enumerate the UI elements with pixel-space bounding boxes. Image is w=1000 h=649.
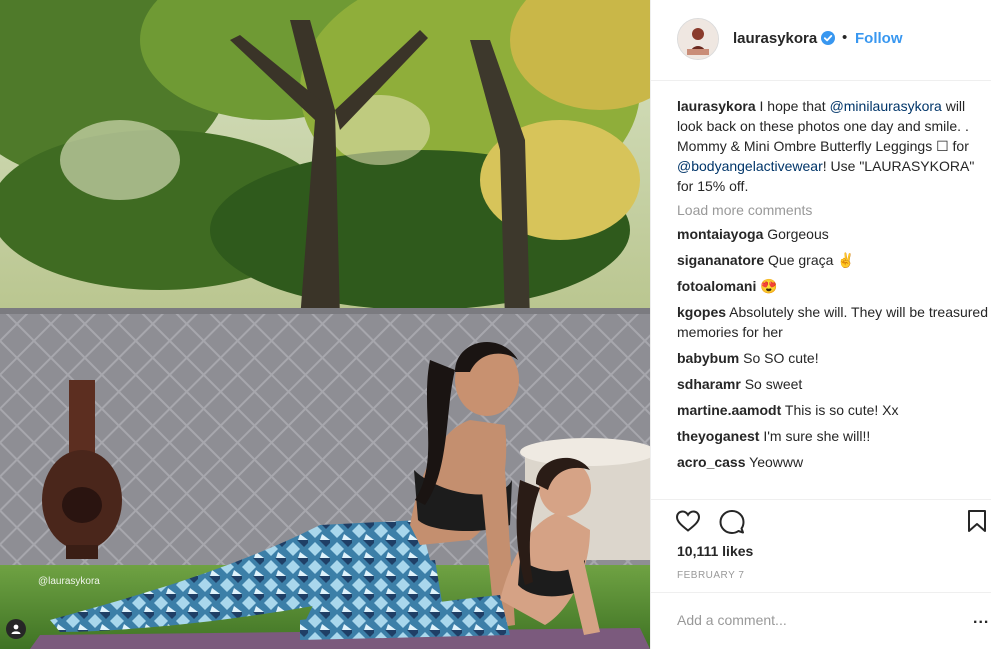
caption-text: I hope that: [755, 98, 830, 114]
comment-text: Que graça ✌: [768, 252, 855, 268]
comment-text: Gorgeous: [767, 226, 829, 242]
comment-username[interactable]: babybum: [677, 350, 739, 366]
add-comment-input[interactable]: [677, 612, 947, 628]
comment-item: sdharamr So sweet: [677, 374, 989, 394]
photo-illustration: [0, 0, 650, 649]
header-username[interactable]: laurasykora: [733, 30, 817, 47]
more-options-button[interactable]: ...: [973, 610, 989, 628]
caption-username[interactable]: laurasykora: [677, 98, 756, 114]
comment-item: kgopes Absolutely she will. They will be…: [677, 302, 989, 342]
heart-icon[interactable]: [675, 509, 701, 533]
load-more-comments-button[interactable]: Load more comments: [677, 200, 989, 220]
comment-item: babybum So SO cute!: [677, 348, 989, 368]
comment-username[interactable]: sigananatore: [677, 252, 764, 268]
photo-watermark: @laurasykora: [38, 576, 100, 587]
verified-badge-icon: [821, 31, 835, 45]
comment-username[interactable]: montaiayoga: [677, 226, 763, 242]
comment-username[interactable]: kgopes: [677, 304, 726, 320]
comment-username[interactable]: fotoalomani: [677, 278, 756, 294]
caption-mention[interactable]: @minilaurasykora: [830, 98, 942, 114]
post-caption: laurasykora I hope that @minilaurasykora…: [677, 96, 989, 196]
comment-text: 😍: [760, 278, 778, 294]
comment-item: sigananatore Que graça ✌: [677, 250, 989, 270]
comments-list[interactable]: laurasykora I hope that @minilaurasykora…: [677, 96, 989, 478]
comment-item: fotoalomani 😍: [677, 276, 989, 296]
divider: [651, 499, 991, 500]
bookmark-icon[interactable]: [967, 509, 987, 533]
post-header: laurasykora • Follow: [651, 0, 991, 81]
likes-count[interactable]: 10,111 likes: [677, 543, 753, 559]
avatar[interactable]: [677, 18, 719, 60]
comment-bubble-icon[interactable]: [719, 509, 745, 535]
post-sidebar: laurasykora • Follow laurasykora I hope …: [650, 0, 1000, 649]
comment-text: I'm sure she will!!: [763, 428, 871, 444]
caption-mention[interactable]: @bodyangelactivewear: [677, 158, 823, 174]
comment-username[interactable]: acro_cass: [677, 454, 746, 470]
comment-item: montaiayoga Gorgeous: [677, 224, 989, 244]
comment-text: Yeowww: [749, 454, 804, 470]
comment-username[interactable]: theyoganest: [677, 428, 759, 444]
comment-item: martine.aamodt This is so cute! Xx: [677, 400, 989, 420]
comment-text: This is so cute! Xx: [784, 402, 899, 418]
caption-text: Mommy & Mini Ombre Butterfly Leggings ☐ …: [677, 138, 969, 154]
comment-item: theyoganest I'm sure she will!!: [677, 426, 989, 446]
comment-text: So sweet: [744, 376, 803, 392]
divider: [651, 592, 991, 593]
comment-item: acro_cass Yeowww: [677, 452, 989, 472]
user-tag-icon[interactable]: [6, 619, 26, 639]
post-photo[interactable]: @laurasykora: [0, 0, 650, 649]
comment-username[interactable]: martine.aamodt: [677, 402, 781, 418]
post-date: FEBRUARY 7: [677, 570, 745, 581]
separator-dot: •: [842, 29, 848, 46]
follow-button[interactable]: Follow: [855, 30, 903, 47]
comment-username[interactable]: sdharamr: [677, 376, 741, 392]
comment-text: So SO cute!: [743, 350, 819, 366]
